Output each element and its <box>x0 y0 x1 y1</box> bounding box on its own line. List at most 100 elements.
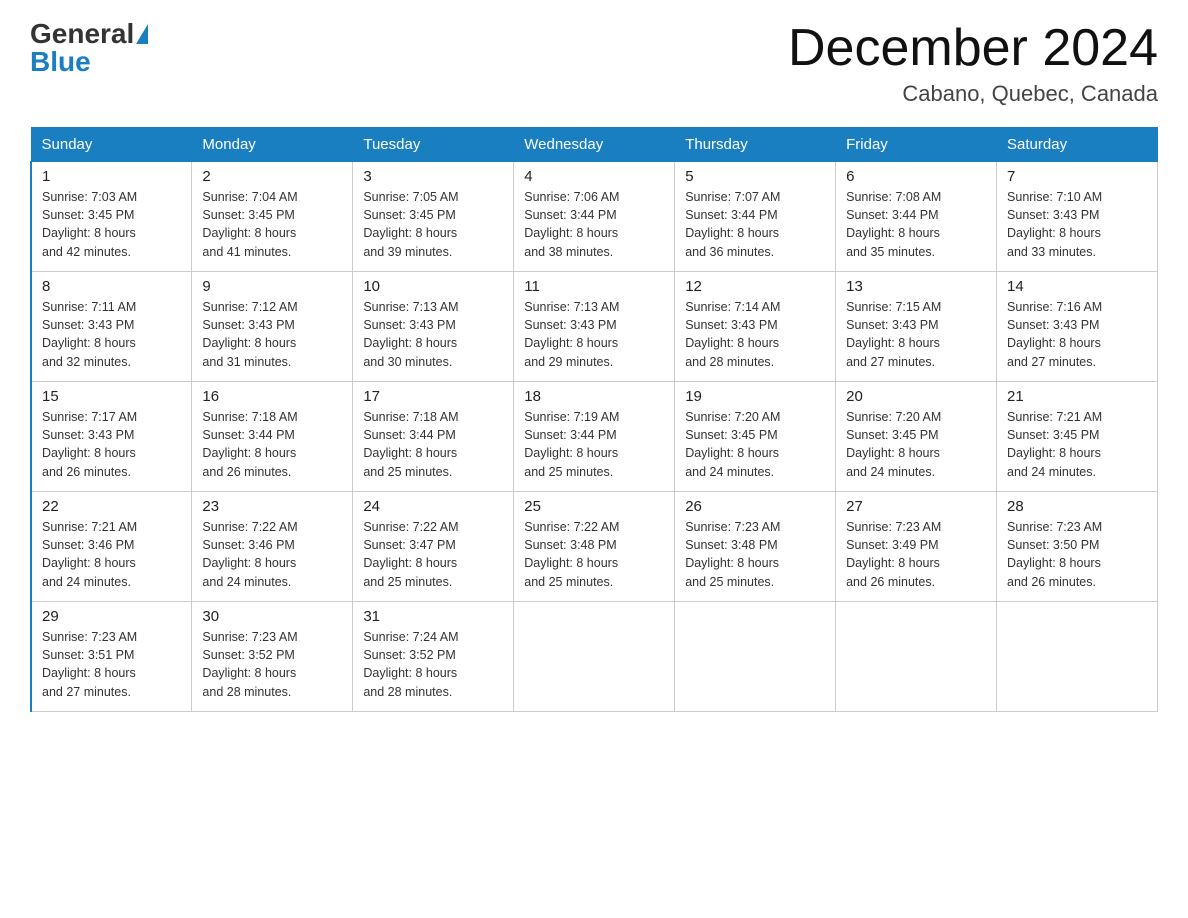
day-number: 14 <box>1007 278 1147 295</box>
day-info: Sunrise: 7:15 AM Sunset: 3:43 PM Dayligh… <box>846 298 986 371</box>
header-monday: Monday <box>192 128 353 162</box>
day-number: 1 <box>42 168 181 185</box>
day-number: 28 <box>1007 498 1147 515</box>
table-row: 9 Sunrise: 7:12 AM Sunset: 3:43 PM Dayli… <box>192 272 353 382</box>
calendar-header-row: Sunday Monday Tuesday Wednesday Thursday… <box>31 128 1158 162</box>
day-info: Sunrise: 7:24 AM Sunset: 3:52 PM Dayligh… <box>363 628 503 701</box>
calendar-title: December 2024 <box>788 20 1158 77</box>
day-info: Sunrise: 7:05 AM Sunset: 3:45 PM Dayligh… <box>363 188 503 261</box>
table-row: 18 Sunrise: 7:19 AM Sunset: 3:44 PM Dayl… <box>514 382 675 492</box>
calendar-row-4: 22 Sunrise: 7:21 AM Sunset: 3:46 PM Dayl… <box>31 492 1158 602</box>
day-info: Sunrise: 7:22 AM Sunset: 3:46 PM Dayligh… <box>202 518 342 591</box>
table-row: 20 Sunrise: 7:20 AM Sunset: 3:45 PM Dayl… <box>836 382 997 492</box>
table-row: 26 Sunrise: 7:23 AM Sunset: 3:48 PM Dayl… <box>675 492 836 602</box>
day-number: 8 <box>42 278 181 295</box>
logo-text-general: General <box>30 20 134 48</box>
day-info: Sunrise: 7:11 AM Sunset: 3:43 PM Dayligh… <box>42 298 181 371</box>
day-number: 7 <box>1007 168 1147 185</box>
day-number: 25 <box>524 498 664 515</box>
day-number: 21 <box>1007 388 1147 405</box>
table-row: 23 Sunrise: 7:22 AM Sunset: 3:46 PM Dayl… <box>192 492 353 602</box>
day-info: Sunrise: 7:23 AM Sunset: 3:48 PM Dayligh… <box>685 518 825 591</box>
day-info: Sunrise: 7:18 AM Sunset: 3:44 PM Dayligh… <box>202 408 342 481</box>
table-row: 30 Sunrise: 7:23 AM Sunset: 3:52 PM Dayl… <box>192 602 353 712</box>
day-number: 5 <box>685 168 825 185</box>
day-info: Sunrise: 7:03 AM Sunset: 3:45 PM Dayligh… <box>42 188 181 261</box>
table-row: 16 Sunrise: 7:18 AM Sunset: 3:44 PM Dayl… <box>192 382 353 492</box>
day-number: 12 <box>685 278 825 295</box>
calendar-row-1: 1 Sunrise: 7:03 AM Sunset: 3:45 PM Dayli… <box>31 162 1158 272</box>
day-info: Sunrise: 7:22 AM Sunset: 3:47 PM Dayligh… <box>363 518 503 591</box>
day-number: 19 <box>685 388 825 405</box>
day-info: Sunrise: 7:20 AM Sunset: 3:45 PM Dayligh… <box>846 408 986 481</box>
header-tuesday: Tuesday <box>353 128 514 162</box>
header-sunday: Sunday <box>31 128 192 162</box>
day-info: Sunrise: 7:13 AM Sunset: 3:43 PM Dayligh… <box>363 298 503 371</box>
calendar-row-5: 29 Sunrise: 7:23 AM Sunset: 3:51 PM Dayl… <box>31 602 1158 712</box>
day-info: Sunrise: 7:13 AM Sunset: 3:43 PM Dayligh… <box>524 298 664 371</box>
table-row: 12 Sunrise: 7:14 AM Sunset: 3:43 PM Dayl… <box>675 272 836 382</box>
day-info: Sunrise: 7:14 AM Sunset: 3:43 PM Dayligh… <box>685 298 825 371</box>
day-number: 27 <box>846 498 986 515</box>
table-row: 1 Sunrise: 7:03 AM Sunset: 3:45 PM Dayli… <box>31 162 192 272</box>
table-row: 22 Sunrise: 7:21 AM Sunset: 3:46 PM Dayl… <box>31 492 192 602</box>
table-row: 28 Sunrise: 7:23 AM Sunset: 3:50 PM Dayl… <box>997 492 1158 602</box>
day-info: Sunrise: 7:21 AM Sunset: 3:45 PM Dayligh… <box>1007 408 1147 481</box>
day-number: 2 <box>202 168 342 185</box>
day-number: 30 <box>202 608 342 625</box>
day-info: Sunrise: 7:18 AM Sunset: 3:44 PM Dayligh… <box>363 408 503 481</box>
day-info: Sunrise: 7:20 AM Sunset: 3:45 PM Dayligh… <box>685 408 825 481</box>
table-row: 14 Sunrise: 7:16 AM Sunset: 3:43 PM Dayl… <box>997 272 1158 382</box>
day-info: Sunrise: 7:17 AM Sunset: 3:43 PM Dayligh… <box>42 408 181 481</box>
table-row: 25 Sunrise: 7:22 AM Sunset: 3:48 PM Dayl… <box>514 492 675 602</box>
page-header: General Blue December 2024 Cabano, Quebe… <box>30 20 1158 107</box>
day-number: 10 <box>363 278 503 295</box>
day-info: Sunrise: 7:12 AM Sunset: 3:43 PM Dayligh… <box>202 298 342 371</box>
day-number: 18 <box>524 388 664 405</box>
table-row: 29 Sunrise: 7:23 AM Sunset: 3:51 PM Dayl… <box>31 602 192 712</box>
table-row: 5 Sunrise: 7:07 AM Sunset: 3:44 PM Dayli… <box>675 162 836 272</box>
day-number: 24 <box>363 498 503 515</box>
table-row: 17 Sunrise: 7:18 AM Sunset: 3:44 PM Dayl… <box>353 382 514 492</box>
table-row <box>675 602 836 712</box>
table-row: 11 Sunrise: 7:13 AM Sunset: 3:43 PM Dayl… <box>514 272 675 382</box>
day-info: Sunrise: 7:16 AM Sunset: 3:43 PM Dayligh… <box>1007 298 1147 371</box>
table-row <box>836 602 997 712</box>
header-friday: Friday <box>836 128 997 162</box>
day-info: Sunrise: 7:04 AM Sunset: 3:45 PM Dayligh… <box>202 188 342 261</box>
day-number: 23 <box>202 498 342 515</box>
day-info: Sunrise: 7:08 AM Sunset: 3:44 PM Dayligh… <box>846 188 986 261</box>
day-number: 6 <box>846 168 986 185</box>
table-row: 2 Sunrise: 7:04 AM Sunset: 3:45 PM Dayli… <box>192 162 353 272</box>
day-info: Sunrise: 7:23 AM Sunset: 3:49 PM Dayligh… <box>846 518 986 591</box>
day-number: 17 <box>363 388 503 405</box>
header-wednesday: Wednesday <box>514 128 675 162</box>
day-number: 15 <box>42 388 181 405</box>
day-number: 26 <box>685 498 825 515</box>
table-row: 7 Sunrise: 7:10 AM Sunset: 3:43 PM Dayli… <box>997 162 1158 272</box>
day-number: 11 <box>524 278 664 295</box>
day-number: 29 <box>42 608 181 625</box>
day-number: 3 <box>363 168 503 185</box>
table-row: 10 Sunrise: 7:13 AM Sunset: 3:43 PM Dayl… <box>353 272 514 382</box>
table-row: 13 Sunrise: 7:15 AM Sunset: 3:43 PM Dayl… <box>836 272 997 382</box>
calendar-row-3: 15 Sunrise: 7:17 AM Sunset: 3:43 PM Dayl… <box>31 382 1158 492</box>
day-number: 31 <box>363 608 503 625</box>
day-number: 20 <box>846 388 986 405</box>
day-number: 16 <box>202 388 342 405</box>
day-number: 4 <box>524 168 664 185</box>
table-row: 8 Sunrise: 7:11 AM Sunset: 3:43 PM Dayli… <box>31 272 192 382</box>
table-row: 24 Sunrise: 7:22 AM Sunset: 3:47 PM Dayl… <box>353 492 514 602</box>
calendar-title-block: December 2024 Cabano, Quebec, Canada <box>788 20 1158 107</box>
day-number: 9 <box>202 278 342 295</box>
day-info: Sunrise: 7:07 AM Sunset: 3:44 PM Dayligh… <box>685 188 825 261</box>
day-info: Sunrise: 7:23 AM Sunset: 3:50 PM Dayligh… <box>1007 518 1147 591</box>
table-row: 27 Sunrise: 7:23 AM Sunset: 3:49 PM Dayl… <box>836 492 997 602</box>
table-row <box>997 602 1158 712</box>
calendar-table: Sunday Monday Tuesday Wednesday Thursday… <box>30 127 1158 712</box>
day-number: 22 <box>42 498 181 515</box>
day-info: Sunrise: 7:10 AM Sunset: 3:43 PM Dayligh… <box>1007 188 1147 261</box>
day-number: 13 <box>846 278 986 295</box>
calendar-subtitle: Cabano, Quebec, Canada <box>788 81 1158 107</box>
day-info: Sunrise: 7:23 AM Sunset: 3:52 PM Dayligh… <box>202 628 342 701</box>
